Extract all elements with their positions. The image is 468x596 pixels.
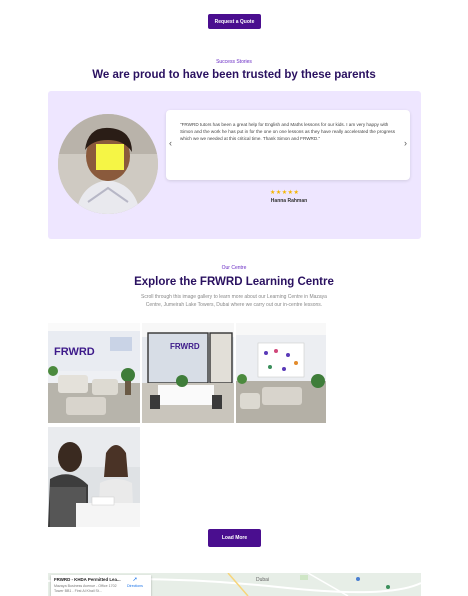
- map-info-card: FRWRD - KHDA Permitted Lea... Mazaya Bus…: [51, 575, 151, 596]
- directions-label: Directions: [127, 584, 143, 588]
- testimonial-author: Hanna Rahman: [270, 198, 308, 204]
- star-rating: ★★★★★: [270, 190, 300, 196]
- success-stories-eyebrow: Success Stories: [216, 59, 252, 65]
- location-map[interactable]: Dubai FRWRD - KHDA Permitted Lea... Maza…: [48, 573, 421, 596]
- map-city-label: Dubai: [256, 577, 270, 583]
- success-stories-title: We are proud to have been trusted by the…: [92, 69, 376, 81]
- reception-lounge-photo[interactable]: FRWRD: [48, 323, 140, 423]
- testimonial-card: ‹ "FRWRD tutors has been a great help fo…: [166, 110, 410, 180]
- testimonial-quote: "FRWRD tutors has been a great help for …: [180, 122, 396, 141]
- directions-icon: ➚: [132, 577, 138, 583]
- map-place-address: Mazaya Business Avenue - Office 1702 Tow…: [54, 584, 117, 593]
- tutoring-session-photo[interactable]: [48, 427, 140, 527]
- learning-centre-description: Scroll through this image gallery to lea…: [141, 294, 327, 308]
- directions-link[interactable]: ➚ Directions: [123, 577, 147, 588]
- open-study-area-photo[interactable]: [236, 323, 326, 423]
- frwrd-glass-logo: FRWRD: [170, 342, 200, 351]
- map-place-title[interactable]: FRWRD - KHDA Permitted Lea...: [54, 577, 124, 582]
- chevron-left-icon[interactable]: ‹: [169, 139, 172, 148]
- glass-classroom-photo[interactable]: FRWRD: [142, 323, 234, 423]
- frwrd-wall-logo: FRWRD: [54, 346, 95, 358]
- learning-centre-title: Explore the FRWRD Learning Centre: [134, 276, 334, 288]
- chevron-right-icon[interactable]: ›: [404, 139, 407, 148]
- load-more-button[interactable]: Load More: [208, 529, 261, 547]
- our-centre-eyebrow: Our Centre: [221, 265, 247, 271]
- testimonial-panel: ‹ "FRWRD tutors has been a great help fo…: [48, 91, 421, 239]
- request-quote-button[interactable]: Request a Quote: [208, 14, 261, 29]
- parent-avatar: [58, 114, 158, 214]
